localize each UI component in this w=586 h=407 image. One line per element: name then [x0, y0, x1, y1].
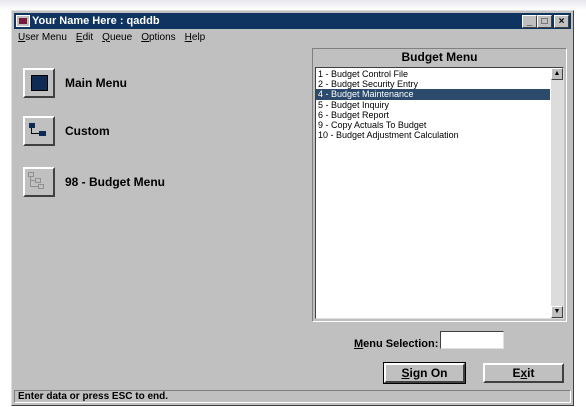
- menu-selection-label: Menu Selection:: [354, 338, 438, 350]
- menu-selection-input[interactable]: [440, 331, 504, 349]
- exit-button[interactable]: Exit: [483, 363, 564, 383]
- main-menu-item: Main Menu: [23, 68, 127, 98]
- menu-selection-label-text: enu Selection:: [363, 338, 439, 350]
- budget-menu-option[interactable]: 10 - Budget Adjustment Calculation: [316, 130, 550, 140]
- menu-bar: User Menu Edit Queue Options Help: [14, 30, 571, 44]
- scroll-down-arrow-icon[interactable]: ▼: [551, 306, 563, 318]
- menu-help-label: elp: [191, 31, 206, 43]
- budget-menu-panel: Budget Menu 1 - Budget Control File 2 - B…: [312, 48, 567, 322]
- menu-selection-mnemonic: M: [354, 338, 364, 350]
- menu-help[interactable]: Help: [185, 32, 206, 43]
- budget-menu-option[interactable]: 4 - Budget Maintenance: [316, 89, 550, 100]
- menu-user-menu-label: ser Menu: [25, 31, 67, 43]
- budget-menu-listbox[interactable]: 1 - Budget Control File 2 - Budget Securi…: [315, 67, 564, 319]
- close-button[interactable]: ×: [554, 14, 569, 28]
- menu-options-label: ptions: [148, 31, 176, 43]
- menu-queue-mnemonic: Q: [102, 31, 110, 43]
- menu-user-menu[interactable]: User Menu: [18, 32, 67, 43]
- menu-options[interactable]: Options: [141, 32, 175, 43]
- sign-on-button[interactable]: Sign On: [383, 362, 466, 384]
- sign-on-label: ign On: [409, 366, 448, 380]
- listbox-scrollbar[interactable]: ▲ ▼: [551, 68, 563, 318]
- budget-menu-button[interactable]: [23, 167, 55, 197]
- menu-edit-mnemonic: E: [75, 31, 83, 43]
- menu-help-mnemonic: H: [184, 31, 192, 43]
- budget-menu-title: Budget Menu: [401, 50, 478, 64]
- window-controls: _ □ ×: [522, 14, 569, 28]
- budget-menu-option[interactable]: 1 - Budget Control File: [316, 69, 550, 79]
- sign-on-mnemonic: S: [401, 366, 410, 380]
- background-shadow: [0, 0, 586, 10]
- menu-edit[interactable]: Edit: [76, 32, 93, 43]
- app-icon[interactable]: [16, 15, 30, 27]
- menu-edit-label: dit: [82, 31, 94, 43]
- main-menu-button[interactable]: [23, 68, 55, 98]
- status-bar: Enter data or press ESC to end.: [14, 390, 571, 403]
- window-title: Your Name Here : qaddb: [32, 15, 160, 27]
- app-window: Your Name Here : qaddb _ □ × User Menu E…: [11, 10, 574, 406]
- menu-queue[interactable]: Queue: [102, 32, 132, 43]
- budget-menu-items: 1 - Budget Control File 2 - Budget Securi…: [316, 69, 550, 140]
- menu-options-mnemonic: O: [141, 31, 149, 43]
- minimize-button[interactable]: _: [522, 14, 537, 28]
- title-bar[interactable]: Your Name Here : qaddb _ □ ×: [14, 13, 571, 29]
- budget-menu-option[interactable]: 9 - Copy Actuals To Budget: [316, 120, 550, 130]
- budget-menu-icon: [25, 169, 53, 195]
- maximize-button[interactable]: □: [537, 14, 552, 28]
- budget-menu-option[interactable]: 2 - Budget Security Entry: [316, 79, 550, 89]
- budget-menu-item: 98 - Budget Menu: [23, 167, 165, 197]
- menu-queue-label: ueue: [109, 31, 133, 43]
- custom-icon: [25, 118, 53, 144]
- budget-menu-label[interactable]: 98 - Budget Menu: [65, 175, 165, 189]
- scroll-up-arrow-icon[interactable]: ▲: [551, 68, 563, 80]
- main-menu-label[interactable]: Main Menu: [65, 76, 127, 90]
- main-menu-icon: [31, 75, 48, 91]
- custom-label[interactable]: Custom: [65, 124, 110, 138]
- exit-label-end: it: [527, 366, 535, 380]
- custom-button[interactable]: [23, 116, 55, 146]
- budget-menu-option[interactable]: 6 - Budget Report: [316, 110, 550, 120]
- budget-menu-option[interactable]: 5 - Budget Inquiry: [316, 100, 550, 110]
- custom-item: Custom: [23, 116, 110, 146]
